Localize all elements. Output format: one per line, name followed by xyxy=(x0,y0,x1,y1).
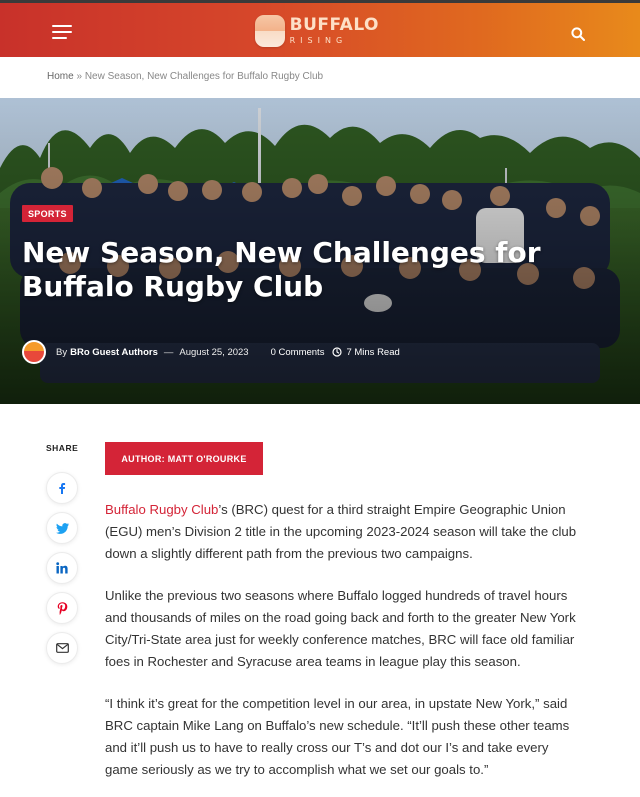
email-icon xyxy=(55,643,69,653)
facebook-icon xyxy=(59,483,66,494)
share-facebook-button[interactable] xyxy=(46,472,78,504)
article-paragraph-1: Buffalo Rugby Club’s (BRC) quest for a t… xyxy=(105,502,577,561)
share-pinterest-button[interactable] xyxy=(46,592,78,624)
breadcrumb-home-link[interactable]: Home xyxy=(47,71,74,82)
share-twitter-button[interactable] xyxy=(46,512,78,544)
breadcrumb-separator: » xyxy=(76,71,83,82)
read-time: 7 Mins Read xyxy=(346,346,400,358)
hamburger-menu-icon[interactable] xyxy=(52,23,74,39)
buffalo-rugby-club-link[interactable]: Buffalo Rugby Club xyxy=(105,502,218,517)
post-date: August 25, 2023 xyxy=(179,346,249,358)
site-header: BUFFALO RISING xyxy=(0,0,640,57)
author-badge-button[interactable]: AUTHOR: MATT O'ROURKE xyxy=(105,442,263,475)
pinterest-icon xyxy=(57,601,67,615)
linkedin-icon xyxy=(56,562,68,574)
post-meta: By BRo Guest Authors — August 25, 2023 0… xyxy=(22,340,400,364)
breadcrumb: Home » New Season, New Challenges for Bu… xyxy=(47,71,323,82)
share-linkedin-button[interactable] xyxy=(46,552,78,584)
share-email-button[interactable] xyxy=(46,632,78,664)
clock-icon xyxy=(332,347,343,357)
logo-word-buffalo: BUFFALO xyxy=(289,15,379,35)
author-link[interactable]: BRo Guest Authors xyxy=(70,347,158,358)
hero-banner: SPORTS New Season, New Challenges for Bu… xyxy=(0,98,640,404)
article-paragraph-3: “I think it’s great for the competition … xyxy=(105,696,570,777)
meta-dash: — xyxy=(163,346,174,358)
logo-mark-icon xyxy=(255,15,285,47)
article-paragraph-2: Unlike the previous two seasons where Bu… xyxy=(105,588,576,669)
article-body: Buffalo Rugby Club’s (BRC) quest for a t… xyxy=(105,499,585,797)
comments-link[interactable]: 0 Comments xyxy=(271,347,325,358)
breadcrumb-current: New Season, New Challenges for Buffalo R… xyxy=(84,71,324,82)
meta-by: By xyxy=(56,346,68,358)
site-logo[interactable]: BUFFALO RISING xyxy=(255,13,379,49)
twitter-icon xyxy=(55,522,69,534)
author-avatar[interactable] xyxy=(22,340,46,364)
article-title: New Season, New Challenges for Buffalo R… xyxy=(22,236,541,303)
logo-word-rising: RISING xyxy=(289,36,348,45)
category-tag-sports[interactable]: SPORTS xyxy=(22,205,73,222)
search-icon[interactable] xyxy=(571,27,585,41)
share-label: SHARE xyxy=(46,443,79,453)
